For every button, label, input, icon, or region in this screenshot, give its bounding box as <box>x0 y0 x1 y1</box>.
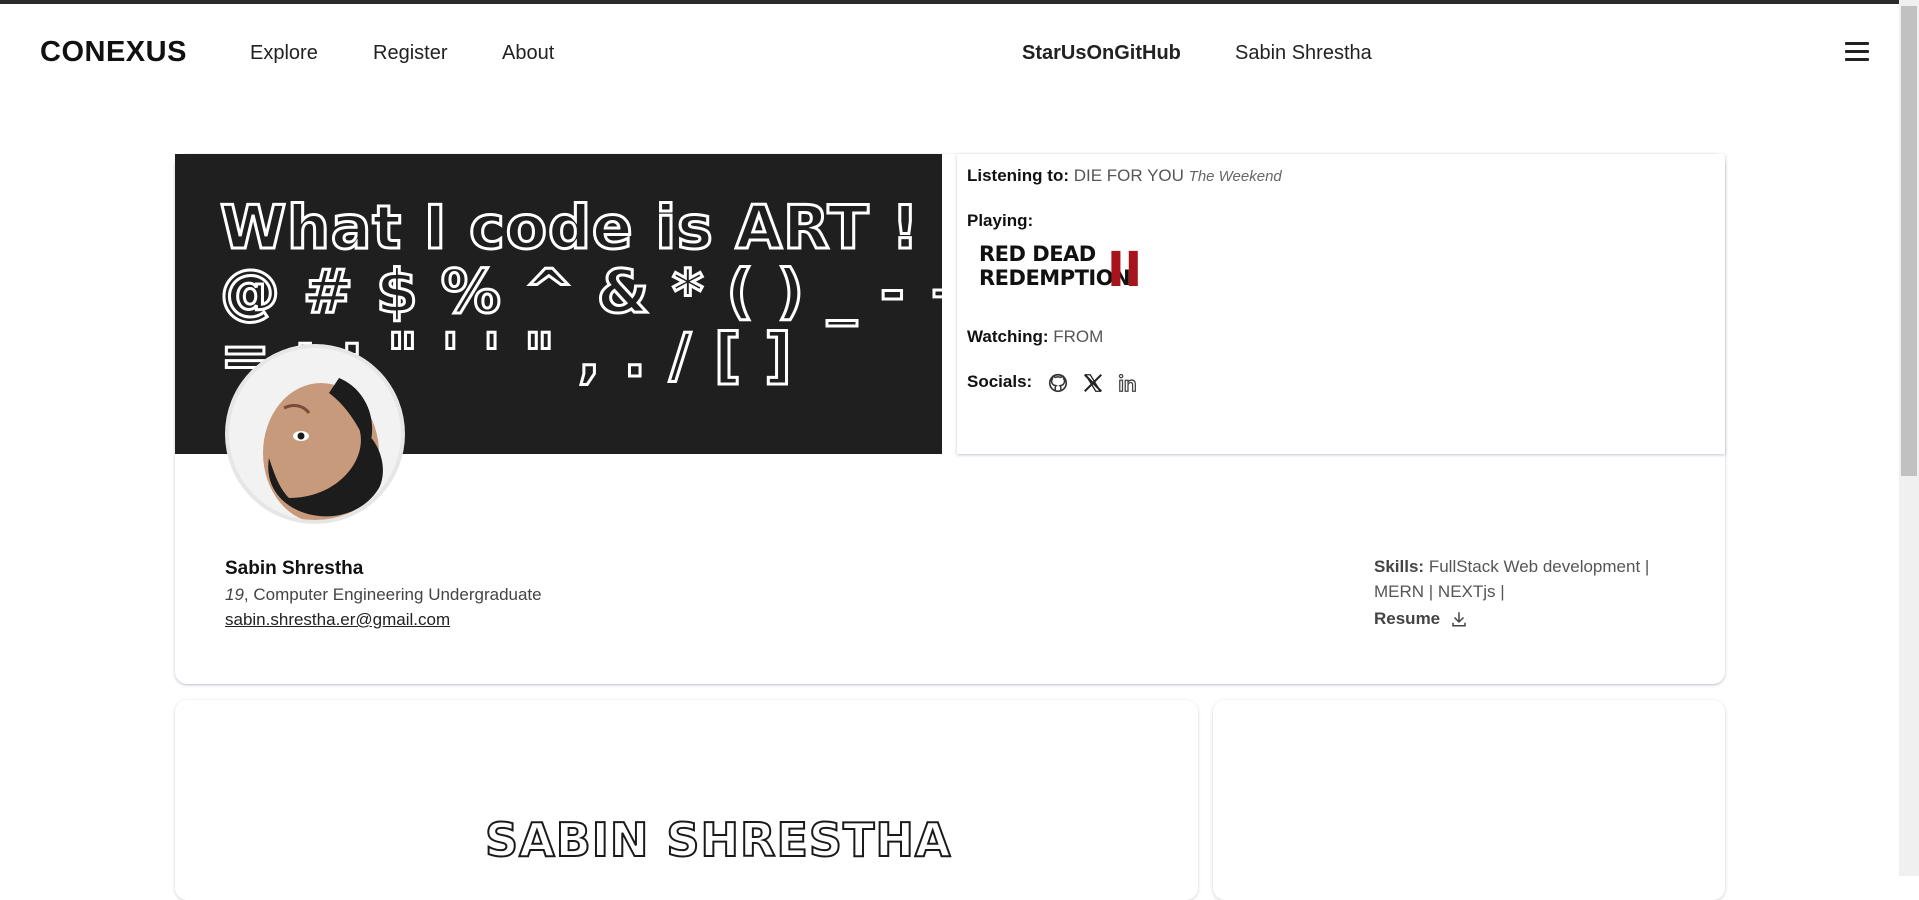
profile-title: , Computer Engineering Undergraduate <box>243 585 542 604</box>
profile-email-link[interactable]: sabin.shrestha.er@gmail.com <box>225 610 450 630</box>
socials-row: Socials: <box>967 372 1032 392</box>
resume-button[interactable]: Resume <box>1374 609 1468 629</box>
playing-row: Playing: <box>967 211 1033 231</box>
social-icons <box>1047 372 1139 394</box>
nav-register-link[interactable]: Register <box>373 42 447 65</box>
game-logo-numeral: II <box>1107 242 1142 298</box>
github-icon[interactable] <box>1047 372 1069 394</box>
banner-line: What I code is ART ! <box>219 193 921 263</box>
download-icon <box>1452 612 1466 627</box>
watching-value: FROM <box>1053 327 1104 346</box>
scrollbar-thumb[interactable] <box>1901 6 1917 476</box>
star-on-github-link[interactable]: StarUsOnGitHub <box>1022 42 1181 65</box>
page-scrollbar[interactable] <box>1899 0 1919 876</box>
avatar[interactable] <box>225 344 405 524</box>
skills-label: Skills: <box>1374 557 1425 576</box>
watching-row: Watching: FROM <box>967 327 1103 347</box>
user-name-link[interactable]: Sabin Shrestha <box>1235 42 1372 65</box>
name-art-card: SABIN SHRESTHA <box>175 700 1198 900</box>
watching-label: Watching: <box>967 327 1049 346</box>
nav-about-link[interactable]: About <box>502 42 554 65</box>
profile-age: 19 <box>225 585 244 604</box>
listening-song: DIE FOR YOU <box>1073 166 1184 185</box>
listening-row: Listening to: DIE FOR YOU The Weekend <box>967 166 1282 186</box>
listening-artist: The Weekend <box>1188 168 1282 185</box>
name-art-text: SABIN SHRESTHA <box>484 812 952 868</box>
x-icon[interactable] <box>1082 372 1104 394</box>
listening-label: Listening to: <box>967 166 1069 185</box>
playing-label: Playing: <box>967 211 1034 230</box>
window-top-border <box>0 0 1919 4</box>
nav-explore-link[interactable]: Explore <box>250 42 318 65</box>
avatar-image <box>263 378 383 520</box>
linkedin-icon[interactable] <box>1117 372 1139 394</box>
profile-name: Sabin Shrestha <box>225 558 364 579</box>
socials-label: Socials: <box>967 372 1033 391</box>
resume-label: Resume <box>1374 609 1441 628</box>
hamburger-menu-icon[interactable] <box>1845 42 1869 62</box>
brand-logo[interactable]: CONEXUS <box>40 36 187 69</box>
side-card <box>1213 700 1725 900</box>
game-logo: RED DEAD REDEMPTION II <box>979 242 1142 298</box>
profile-subtitle: 19, Computer Engineering Undergraduate <box>225 585 542 605</box>
banner-line: @ # $ % ^ & * ( ) _ - + <box>219 257 943 327</box>
status-panel: Listening to: DIE FOR YOU The Weekend Pl… <box>957 154 1725 454</box>
skills-section: Skills: FullStack Web development | MERN… <box>1374 554 1684 604</box>
